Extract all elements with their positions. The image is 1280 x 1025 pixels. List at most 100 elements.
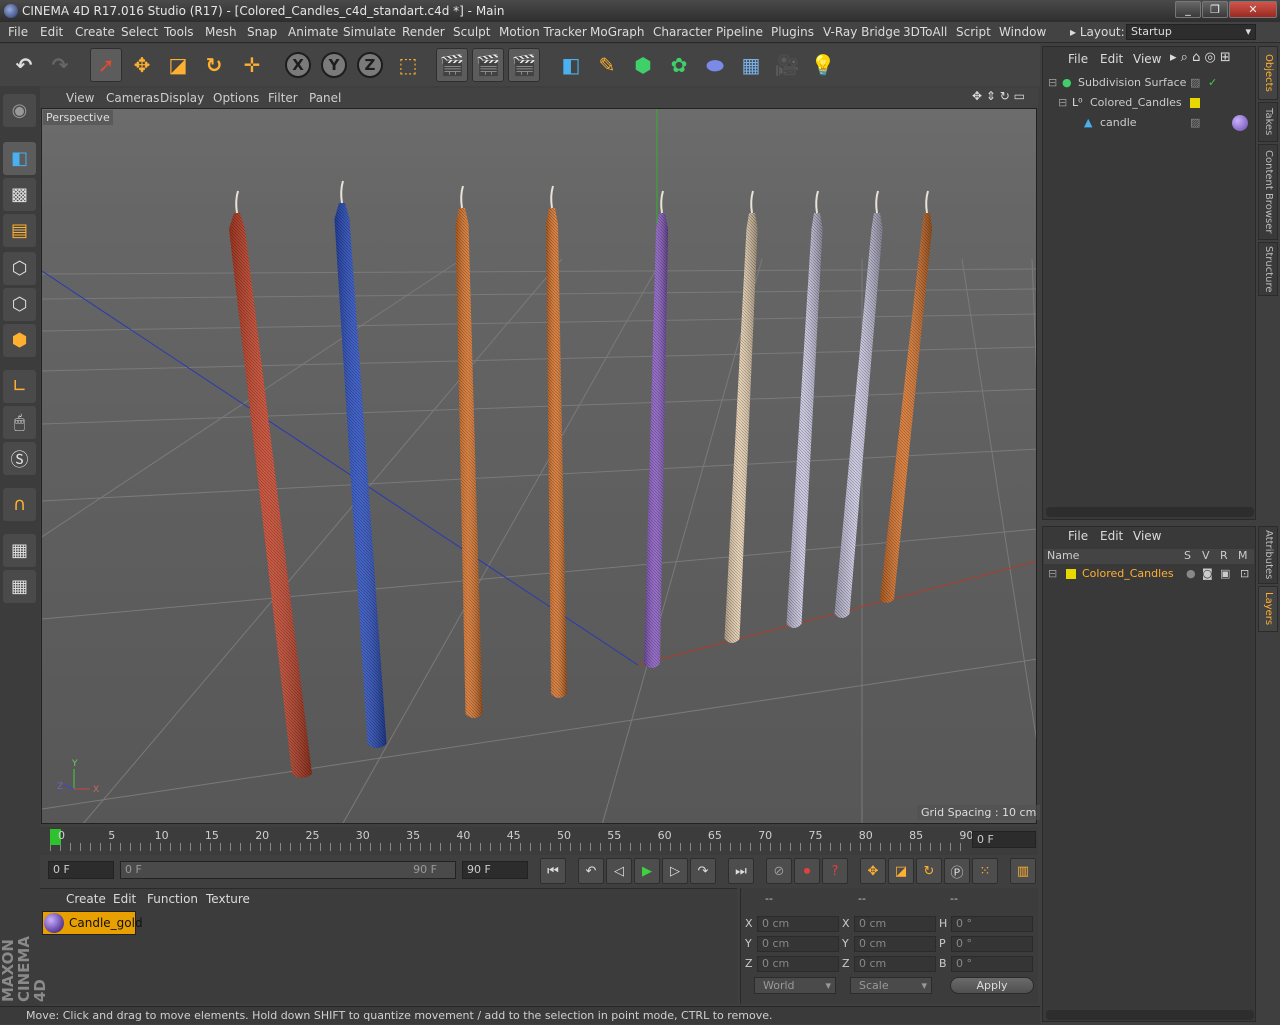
coord-value-field[interactable]: 0 ° <box>951 956 1033 972</box>
viewport-menu-options[interactable]: Options <box>213 91 259 105</box>
current-frame-field[interactable]: 0 F <box>972 831 1036 848</box>
autokey-button[interactable]: ⏺ <box>794 858 820 884</box>
camera-button[interactable]: 🎥 <box>771 48 803 82</box>
layout-dropdown[interactable]: Startup ▾ <box>1126 24 1256 40</box>
menu-select[interactable]: Select <box>121 25 158 39</box>
coord-value-field[interactable]: 0 ° <box>951 936 1033 952</box>
transform-button[interactable]: ✛ <box>236 48 268 82</box>
viewport-menu-cameras[interactable]: Cameras <box>106 91 159 105</box>
menu-file[interactable]: File <box>8 25 28 39</box>
tweak-mode-button[interactable]: 🖱 <box>3 406 36 439</box>
menu-sculpt[interactable]: Sculpt <box>453 25 490 39</box>
menu-edit[interactable]: Edit <box>40 25 63 39</box>
array-button[interactable]: ✿ <box>663 48 695 82</box>
rotate-button[interactable]: ↻ <box>198 48 230 82</box>
render-picture-viewer-button[interactable]: 🎬 <box>472 48 504 82</box>
texture-mode-button[interactable]: ▩ <box>3 178 36 211</box>
record-scale-button[interactable]: ◪ <box>888 858 914 884</box>
menu-character[interactable]: Character <box>653 25 712 39</box>
menu-window[interactable]: Window <box>999 25 1046 39</box>
editor-toggle-icon[interactable]: ▨ <box>1190 114 1200 132</box>
menu-3dtoall[interactable]: 3DToAll <box>903 25 947 39</box>
apply-button[interactable]: Apply <box>950 977 1034 994</box>
planar-workplane-button[interactable]: ▦ <box>3 570 36 603</box>
menu-plugins[interactable]: Plugins <box>771 25 814 39</box>
next-frame-button[interactable]: ▷ <box>662 858 688 884</box>
x-axis-button[interactable]: X <box>282 48 314 82</box>
object-row-candle[interactable]: ▲ candle ▨ <box>1044 114 1254 132</box>
menu-animate[interactable]: Animate <box>288 25 338 39</box>
layer-menu-file[interactable]: File <box>1068 529 1088 543</box>
solo-button[interactable]: Ⓢ <box>3 442 36 475</box>
live-selection-button[interactable]: ➚ <box>90 48 122 82</box>
menu-script[interactable]: Script <box>956 25 991 39</box>
coord-value-field[interactable]: 0 cm <box>854 936 936 952</box>
object-menu-file[interactable]: File <box>1068 52 1088 66</box>
material-tag-icon[interactable] <box>1232 115 1248 131</box>
viewport-menu-view[interactable]: View <box>66 91 94 105</box>
material-menu-function[interactable]: Function <box>147 892 198 906</box>
object-manager-toolbar-icons[interactable]: ▸ ⌕ ⌂ ◎ ⊞ <box>1170 50 1231 65</box>
menu-pipeline[interactable]: Pipeline <box>716 25 763 39</box>
object-row-subdivision[interactable]: ⊟ ● Subdivision Surface ▨ ✓ <box>1044 74 1254 92</box>
prev-frame-button[interactable]: ◁ <box>606 858 632 884</box>
timeline-window-button[interactable]: ▥ <box>1010 858 1036 884</box>
snap-button[interactable]: ∩ <box>3 488 36 521</box>
layer-row-colored-candles[interactable]: ⊟ Colored_Candles ● ◙ ▣ ⊡ <box>1044 565 1254 583</box>
record-position-button[interactable]: ✥ <box>860 858 886 884</box>
menu-snap[interactable]: Snap <box>247 25 277 39</box>
layer-menu-view[interactable]: View <box>1133 529 1161 543</box>
menu-tools[interactable]: Tools <box>164 25 194 39</box>
coord-value-field[interactable]: 0 cm <box>757 916 839 932</box>
next-key-button[interactable]: ↷ <box>690 858 716 884</box>
menu-vray-bridge[interactable]: V-Ray Bridge <box>823 25 900 39</box>
light-button[interactable]: 💡 <box>807 48 839 82</box>
material-menu-edit[interactable]: Edit <box>113 892 136 906</box>
record-rotation-button[interactable]: ↻ <box>916 858 942 884</box>
viewport-menu-panel[interactable]: Panel <box>309 91 341 105</box>
eye-icon[interactable]: ◙ <box>1202 565 1213 583</box>
material-menu-texture[interactable]: Texture <box>206 892 250 906</box>
coord-value-field[interactable]: 0 cm <box>854 956 936 972</box>
coordinate-system-button[interactable]: ⬚ <box>392 48 424 82</box>
polygons-mode-button[interactable]: ⬢ <box>3 324 36 357</box>
render-settings-button[interactable]: 🎬 <box>508 48 540 82</box>
play-button[interactable]: ▶ <box>634 858 660 884</box>
menu-create[interactable]: Create <box>75 25 115 39</box>
layer-color-swatch[interactable] <box>1190 98 1200 108</box>
object-manager-scrollbar[interactable] <box>1046 507 1254 517</box>
preview-range-slider[interactable]: 0 F 90 F <box>120 861 456 879</box>
menu-mograph[interactable]: MoGraph <box>590 25 645 39</box>
layer-manager-scrollbar[interactable] <box>1046 1010 1254 1020</box>
subdivision-button[interactable]: ⬢ <box>627 48 659 82</box>
tab-attributes[interactable]: Attributes <box>1258 526 1278 584</box>
go-to-end-button[interactable]: ⏭ <box>728 858 754 884</box>
close-button[interactable]: ✕ <box>1229 1 1277 18</box>
menu-mesh[interactable]: Mesh <box>205 25 237 39</box>
cube-button[interactable]: ◧ <box>555 48 587 82</box>
viewport-nav-icons[interactable]: ✥ ⇕ ↻ ▭ <box>972 89 1025 103</box>
record-point-level-button[interactable]: ⁙ <box>972 858 998 884</box>
go-to-start-button[interactable]: ⏮ <box>540 858 566 884</box>
undo-button[interactable]: ↶ <box>8 48 40 82</box>
y-axis-button[interactable]: Y <box>318 48 350 82</box>
coord-value-field[interactable]: 0 cm <box>757 956 839 972</box>
tab-layers[interactable]: Layers <box>1258 586 1278 632</box>
menu-motion-tracker[interactable]: Motion Tracker <box>499 25 587 39</box>
pen-button[interactable]: ✎ <box>591 48 623 82</box>
points-mode-button[interactable]: ⬡ <box>3 252 36 285</box>
object-row-colored-candles[interactable]: ⊟ L⁰ Colored_Candles <box>1044 94 1254 112</box>
tab-takes[interactable]: Takes <box>1258 102 1278 142</box>
coord-mode-dropdown[interactable]: Scale ▾ <box>850 977 932 994</box>
workplane-mode-button[interactable]: ▤ <box>3 214 36 247</box>
menu-render[interactable]: Render <box>402 25 445 39</box>
scale-button[interactable]: ◪ <box>162 48 194 82</box>
deformer-button[interactable]: ⬬ <box>699 48 731 82</box>
object-menu-view[interactable]: View <box>1133 52 1161 66</box>
minimize-button[interactable]: _ <box>1175 1 1201 18</box>
editor-toggle-icon[interactable]: ▨ <box>1190 74 1200 92</box>
layer-color-swatch[interactable] <box>1066 569 1076 579</box>
coord-value-field[interactable]: 0 cm <box>757 936 839 952</box>
min-time-field[interactable]: 0 F <box>48 861 114 879</box>
max-time-field[interactable]: 90 F <box>462 861 528 879</box>
